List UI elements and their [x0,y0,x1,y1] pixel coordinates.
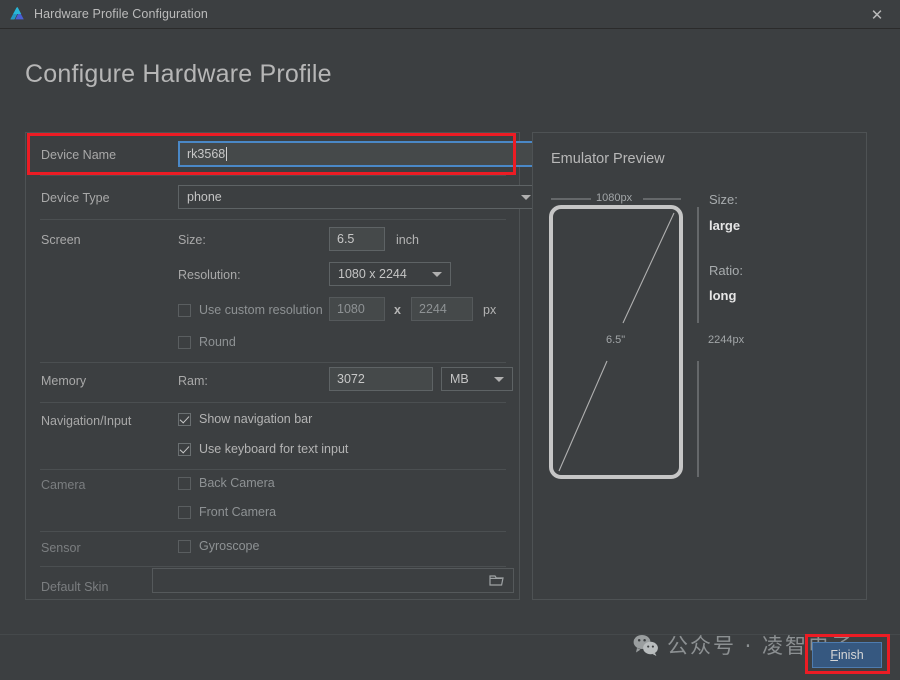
use-keyboard-checkbox[interactable]: Use keyboard for text input [178,442,348,456]
checkbox-box [178,539,191,553]
checkbox-box [178,442,191,456]
checkbox-box [178,476,191,490]
divider [40,362,506,363]
use-keyboard-label: Use keyboard for text input [199,442,349,456]
gyroscope-checkbox[interactable]: Gyroscope [178,539,259,553]
custom-res-separator: x [394,303,401,317]
round-label: Round [199,335,236,349]
device-name-label: Device Name [41,148,117,162]
ram-label: Ram: [178,374,208,388]
custom-height-value: 2244 [419,302,447,316]
custom-width-input[interactable]: 1080 [329,297,385,321]
screen-size-input[interactable]: 6.5 [329,227,385,251]
device-type-value: phone [187,190,222,204]
checkbox-box [178,335,191,349]
finish-button[interactable]: Finish [812,642,882,668]
folder-icon[interactable] [489,574,504,587]
divider [40,219,506,220]
custom-res-unit: px [483,303,497,317]
resolution-label: Resolution: [178,268,241,282]
resolution-select[interactable]: 1080 x 2244 [329,262,451,286]
back-camera-label: Back Camera [199,476,275,490]
page-title: Configure Hardware Profile [25,60,332,88]
chevron-down-icon [432,271,442,277]
checkbox-box [178,303,191,317]
use-custom-resolution-label: Use custom resolution [199,303,323,317]
custom-width-value: 1080 [337,302,365,316]
preview-ratio-value: long [709,288,737,303]
device-name-value: rk3568 [187,147,226,161]
ram-input[interactable]: 3072 [329,367,433,391]
ram-value: 3072 [337,372,365,386]
divider [40,531,506,532]
preview-ratio-key: Ratio: [709,263,743,278]
screen-size-unit: inch [396,233,419,247]
camera-label: Camera [41,478,86,492]
text-caret [226,147,228,161]
divider [40,566,506,567]
divider [40,175,506,176]
default-skin-input[interactable] [152,568,514,593]
front-camera-label: Front Camera [199,505,277,519]
ram-unit-select[interactable]: MB [441,367,513,391]
front-camera-checkbox[interactable]: Front Camera [178,505,276,519]
screen-size-label: Size: [178,233,206,247]
divider [40,469,506,470]
device-type-select[interactable]: phone [178,185,540,209]
preview-size-key: Size: [709,192,738,207]
preview-size-value: large [709,218,741,233]
finish-button-label: Finish [830,648,864,662]
default-skin-label: Default Skin [41,580,109,594]
screen-label: Screen [41,233,81,247]
device-type-label: Device Type [41,191,110,205]
emulator-preview-panel: Emulator Preview 1080px 6.5" 2244px Size… [532,132,867,600]
preview-diagonal-label: 6.5" [606,334,626,346]
round-checkbox[interactable]: Round [178,335,236,349]
checkbox-box [178,412,191,426]
memory-label: Memory [41,374,87,388]
divider [40,402,506,403]
chevron-down-icon [494,376,504,382]
ram-unit-value: MB [450,372,469,386]
preview-height-label: 2244px [708,334,745,346]
hardware-profile-window: Hardware Profile Configuration ✕ Configu… [0,0,900,680]
custom-height-input[interactable]: 2244 [411,297,473,321]
title-bar: Hardware Profile Configuration ✕ [0,0,900,29]
window-title: Hardware Profile Configuration [34,7,208,21]
gyroscope-label: Gyroscope [199,539,260,553]
checkbox-box [178,505,191,519]
back-camera-checkbox[interactable]: Back Camera [178,476,275,490]
show-navigation-bar-checkbox[interactable]: Show navigation bar [178,412,312,426]
resolution-value: 1080 x 2244 [338,267,407,281]
screen-size-value: 6.5 [337,232,355,246]
close-icon[interactable]: ✕ [854,0,900,29]
device-name-input[interactable]: rk3568 [178,141,540,167]
sensor-label: Sensor [41,541,81,555]
show-navigation-bar-label: Show navigation bar [199,412,313,426]
chevron-down-icon [521,194,531,200]
wechat-icon [633,635,658,656]
use-custom-resolution-checkbox[interactable]: Use custom resolution [178,303,323,317]
preview-diagram [549,198,699,479]
hardware-form-panel: Device Name rk3568 Device Type phone Scr… [25,132,540,600]
navigation-label: Navigation/Input [41,414,132,428]
android-studio-logo-icon [10,7,24,20]
